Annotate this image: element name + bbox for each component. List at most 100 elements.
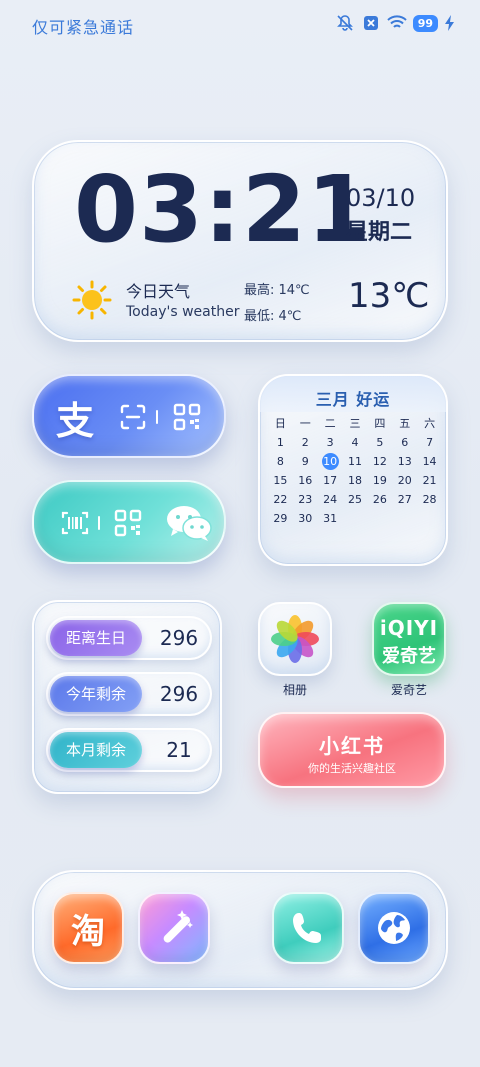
clock-weekday: 星期二 (346, 220, 413, 245)
weather-low: 最低: 4℃ (244, 309, 302, 324)
divider (96, 502, 102, 544)
divider (154, 396, 160, 438)
calendar-day: 6 (401, 436, 409, 449)
weekday-label: 一 (299, 417, 311, 430)
sun-icon (72, 280, 112, 320)
countdown-value: 296 (159, 626, 199, 650)
weather-subtitle: Today's weather (126, 304, 240, 320)
calendar-day: 27 (397, 493, 412, 506)
mute-icon (335, 14, 355, 32)
weather-title: 今日天气 (126, 282, 191, 301)
today-marker: 10 (321, 453, 339, 470)
photos-app-icon[interactable] (258, 602, 332, 676)
calendar-grid: 日 一 二 三 四 五 六 1 2 3 4 5 6 7 8 9 10 11 12… (268, 416, 442, 526)
wifi-icon (386, 14, 407, 32)
barcode-icon[interactable] (60, 502, 90, 544)
globe-icon (378, 912, 410, 944)
calendar-widget[interactable]: 三月 好运 日 一 二 三 四 五 六 1 2 3 4 5 6 7 8 9 10… (258, 374, 448, 566)
no-sim-icon (361, 14, 381, 32)
calendar-day: 31 (323, 512, 338, 525)
calendar-day: 16 (298, 474, 313, 487)
calendar-day: 25 (347, 493, 362, 506)
taobao-app-icon[interactable]: 淘 (52, 892, 124, 964)
wechat-widget[interactable] (32, 480, 226, 564)
status-bar: 仅可紧急通话 99 (0, 0, 480, 48)
calendar-day: 11 (347, 455, 362, 468)
calendar-day: 5 (376, 436, 384, 449)
theme-app-icon[interactable] (138, 892, 210, 964)
wechat-icon[interactable] (162, 502, 216, 544)
status-icons: 99 (335, 14, 454, 32)
calendar-day: 15 (273, 474, 288, 487)
calendar-day: 18 (347, 474, 362, 487)
scan-icon[interactable] (118, 396, 148, 438)
weather-temperature: 13℃ (348, 276, 430, 316)
calendar-day: 28 (422, 493, 437, 506)
phone-icon (293, 913, 321, 943)
dock: 淘 (32, 870, 448, 990)
carrier-text: 仅可紧急通话 (32, 18, 135, 37)
xiaohongshu-widget[interactable]: 小红书 你的生活兴趣社区 (258, 712, 446, 788)
calendar-day: 21 (422, 474, 437, 487)
weekday-label: 二 (324, 417, 336, 430)
calendar-day: 22 (273, 493, 288, 506)
calendar-day: 24 (323, 493, 338, 506)
calendar-header: 三月 好运 (260, 376, 446, 412)
calendar-day (343, 511, 368, 526)
countdown-label: 距离生日 (50, 620, 142, 656)
phone-app-icon[interactable] (272, 892, 344, 964)
calendar-day: 8 (276, 455, 284, 468)
calendar-title: 三月 好运 (315, 390, 391, 409)
battery-icon: 99 (412, 14, 438, 32)
countdown-value: 21 (166, 738, 192, 762)
clock-weather-widget[interactable]: 03:21 03/10 星期二 今日天气 Today's weather 最高:… (32, 140, 448, 342)
weekday-label: 日 (274, 417, 286, 430)
charging-icon (444, 14, 454, 32)
calendar-day (367, 511, 392, 526)
taobao-icon: 淘 (71, 911, 105, 952)
weather-high: 最高: 14℃ (244, 283, 310, 298)
iqiyi-label: 爱奇艺 (390, 683, 427, 697)
calendar-day: 1 (276, 436, 284, 449)
weekday-label: 六 (424, 417, 436, 430)
countdown-label: 本月剩余 (50, 732, 142, 768)
calendar-day: 30 (298, 512, 313, 525)
photos-icon (271, 615, 319, 663)
calendar-day: 20 (397, 474, 412, 487)
calendar-day: 14 (422, 455, 437, 468)
weekday-label: 四 (374, 417, 386, 430)
countdown-label: 今年剩余 (50, 676, 142, 712)
calendar-day: 12 (372, 455, 387, 468)
calendar-day: 29 (273, 512, 288, 525)
xiaohongshu-subtitle: 你的生活兴趣社区 (308, 762, 396, 775)
calendar-day: 23 (298, 493, 313, 506)
calendar-day: 4 (351, 436, 359, 449)
calendar-day: 19 (372, 474, 387, 487)
alipay-widget[interactable]: 支 (32, 374, 226, 458)
calendar-day: 9 (301, 455, 309, 468)
alipay-icon[interactable]: 支 (48, 396, 102, 443)
browser-app-icon[interactable] (358, 892, 430, 964)
calendar-day-today: 10 (318, 453, 343, 470)
calendar-day (392, 511, 417, 526)
calendar-day: 7 (426, 436, 434, 449)
clock-time: 03:21 (74, 156, 372, 263)
xiaohongshu-title: 小红书 (319, 734, 385, 758)
iqiyi-app-icon[interactable]: iQIYI 爱奇艺 (372, 602, 446, 676)
calendar-day: 17 (323, 474, 338, 487)
calendar-day (417, 511, 442, 526)
alipay-char: 支 (55, 398, 94, 443)
countdown-row-year: 今年剩余 296 (46, 672, 212, 716)
qr-code-icon[interactable] (112, 502, 144, 544)
weekday-label: 三 (349, 417, 361, 430)
qr-code-icon[interactable] (170, 396, 204, 438)
countdown-widget[interactable]: 距离生日 296 今年剩余 296 本月剩余 21 (32, 600, 222, 794)
countdown-row-birthday: 距离生日 296 (46, 616, 212, 660)
weekday-label: 五 (399, 417, 411, 430)
calendar-day: 13 (397, 455, 412, 468)
magic-wand-icon (163, 910, 193, 943)
countdown-row-month: 本月剩余 21 (46, 728, 212, 772)
calendar-day: 26 (372, 493, 387, 506)
calendar-day: 2 (301, 436, 309, 449)
clock-date: 03/10 (346, 184, 416, 212)
